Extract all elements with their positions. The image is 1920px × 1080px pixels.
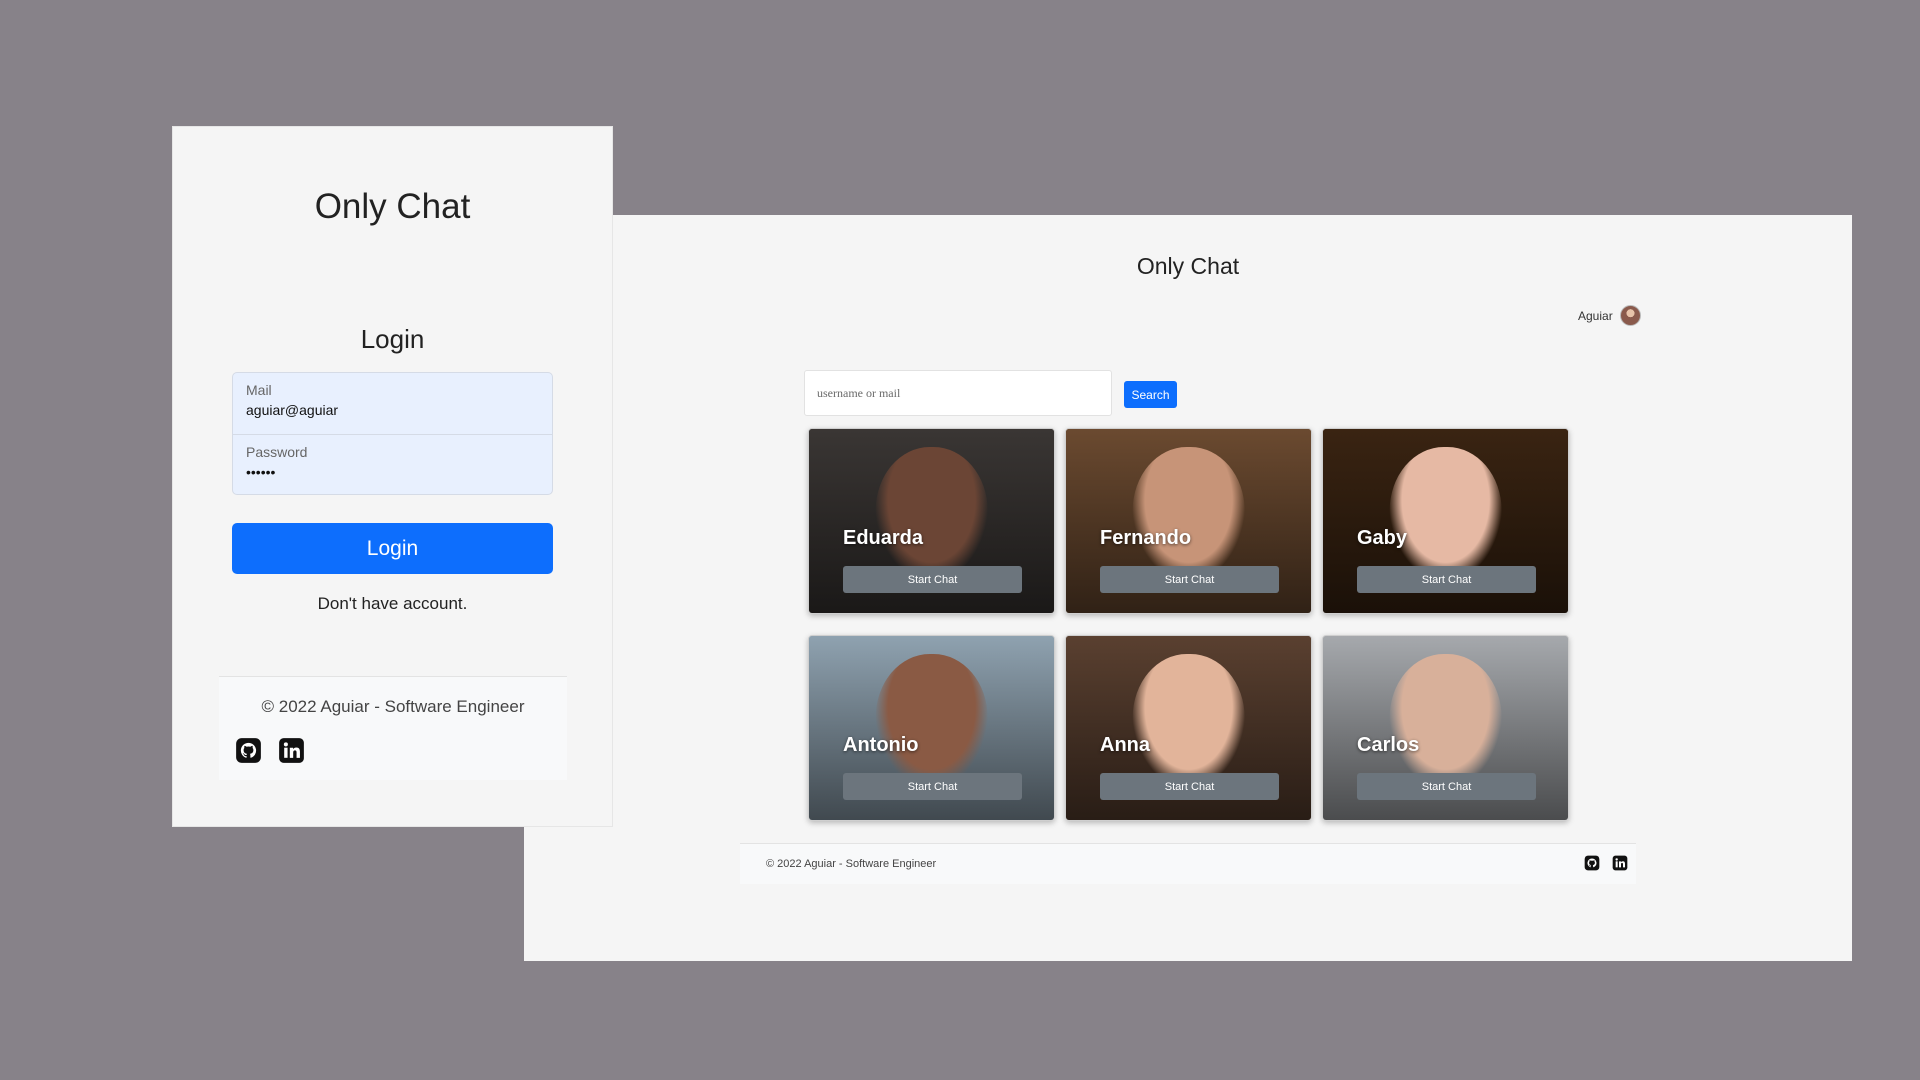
contact-card-carlos: Carlos Start Chat: [1322, 635, 1569, 821]
start-chat-button[interactable]: Start Chat: [843, 773, 1022, 800]
footer-copyright: © 2022 Aguiar - Software Engineer: [261, 697, 525, 716]
contact-grid: Eduarda Start Chat Fernando Start Chat G…: [808, 428, 1570, 821]
mail-label: Mail: [246, 382, 272, 398]
github-icon[interactable]: [1584, 855, 1600, 871]
portrait-face: [1389, 654, 1502, 787]
contact-card-eduarda: Eduarda Start Chat: [808, 428, 1055, 614]
contact-name: Fernando: [1100, 527, 1192, 549]
linkedin-icon[interactable]: [278, 737, 305, 764]
contact-card-fernando: Fernando Start Chat: [1065, 428, 1312, 614]
page-title: Only Chat: [1136, 253, 1240, 279]
start-chat-button[interactable]: Start Chat: [1357, 566, 1536, 593]
start-chat-button[interactable]: Start Chat: [1100, 566, 1279, 593]
github-icon[interactable]: [235, 737, 262, 764]
contact-name: Anna: [1100, 734, 1150, 756]
contact-card-antonio: Antonio Start Chat: [808, 635, 1055, 821]
password-label: Password: [246, 444, 308, 460]
contact-card-gaby: Gaby Start Chat: [1322, 428, 1569, 614]
contact-card-anna: Anna Start Chat: [1065, 635, 1312, 821]
linkedin-icon[interactable]: [1612, 855, 1628, 871]
chat-list-window: Only Chat Aguiar Search Eduarda Start Ch…: [524, 215, 1852, 961]
footer-copyright: © 2022 Aguiar - Software Engineer: [766, 858, 937, 870]
portrait-face: [875, 654, 988, 787]
start-chat-button[interactable]: Start Chat: [1357, 773, 1536, 800]
mail-input[interactable]: [246, 402, 539, 418]
portrait-face: [1132, 447, 1245, 580]
social-links: [1584, 855, 1628, 871]
mail-field[interactable]: Mail: [233, 373, 552, 434]
login-form: Mail Password: [232, 372, 553, 495]
portrait-face: [1132, 654, 1245, 787]
password-field[interactable]: Password: [233, 434, 552, 494]
avatar[interactable]: [1619, 305, 1641, 326]
start-chat-button[interactable]: Start Chat: [843, 566, 1022, 593]
footer: © 2022 Aguiar - Software Engineer: [219, 676, 567, 780]
window-edge: [526, 834, 626, 961]
portrait-face: [1389, 447, 1502, 580]
footer: © 2022 Aguiar - Software Engineer: [740, 843, 1636, 884]
search-button[interactable]: Search: [1124, 381, 1177, 408]
contact-name: Antonio: [843, 734, 919, 756]
user-menu[interactable]: Aguiar: [1578, 305, 1641, 326]
login-window: Only Chat Login Mail Password Login Don'…: [173, 127, 612, 826]
app-title: Only Chat: [314, 187, 471, 226]
start-chat-button[interactable]: Start Chat: [1100, 773, 1279, 800]
signup-link[interactable]: Don't have account.: [173, 594, 612, 614]
contact-name: Carlos: [1357, 734, 1420, 756]
search-input[interactable]: [804, 370, 1112, 416]
login-heading: Login: [360, 324, 425, 354]
username-label: Aguiar: [1578, 308, 1613, 323]
password-input[interactable]: [246, 464, 539, 480]
contact-name: Gaby: [1357, 527, 1408, 549]
social-links: [235, 737, 305, 764]
login-button[interactable]: Login: [232, 523, 553, 574]
portrait-face: [875, 447, 988, 580]
contact-name: Eduarda: [843, 527, 924, 549]
